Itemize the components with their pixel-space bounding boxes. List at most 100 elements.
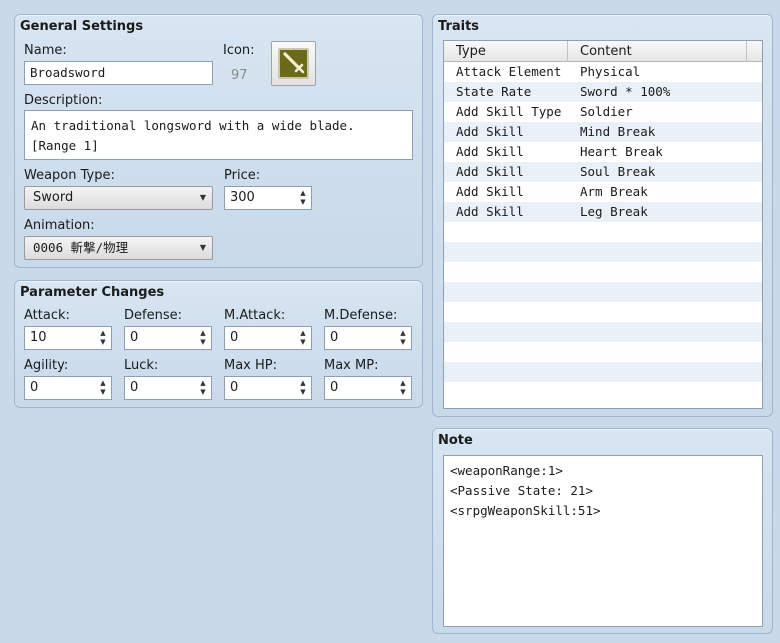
table-row[interactable] bbox=[444, 282, 762, 302]
m-defense-stepper[interactable]: 0 ▲ ▼ bbox=[324, 326, 412, 350]
stepper-arrows-icon[interactable]: ▲ ▼ bbox=[98, 329, 108, 347]
m-attack-stepper[interactable]: 0 ▲ ▼ bbox=[224, 326, 312, 350]
stepper-arrows-icon[interactable]: ▲ ▼ bbox=[198, 379, 208, 397]
trait-content-cell: Leg Break bbox=[580, 204, 648, 219]
parameter-changes-title: Parameter Changes bbox=[20, 285, 165, 300]
param-value: 0 bbox=[330, 330, 339, 345]
trait-type-cell: Add Skill bbox=[456, 124, 524, 139]
param-label: M.Attack: bbox=[224, 308, 286, 323]
stepper-arrows-icon[interactable]: ▲ ▼ bbox=[398, 379, 408, 397]
trait-content-cell: Mind Break bbox=[580, 124, 656, 139]
animation-value: 0006 斬撃/物理 bbox=[33, 240, 129, 255]
note-line: <weaponRange:1> bbox=[450, 463, 563, 478]
trait-type-cell: Add Skill bbox=[456, 164, 524, 179]
note-field[interactable]: <weaponRange:1> <Passive State: 21> <srp… bbox=[443, 455, 763, 627]
table-row[interactable]: Add Skill Arm Break bbox=[444, 182, 762, 202]
table-row[interactable] bbox=[444, 222, 762, 242]
table-row[interactable] bbox=[444, 262, 762, 282]
param-label: Max HP: bbox=[224, 358, 278, 373]
trait-type-cell: Add Skill bbox=[456, 184, 524, 199]
param-label: Attack: bbox=[24, 308, 70, 323]
animation-label: Animation: bbox=[24, 218, 95, 233]
param-value: 0 bbox=[30, 380, 39, 395]
chevron-down-icon: ▼ bbox=[199, 193, 206, 202]
animation-select[interactable]: 0006 斬撃/物理 ▼ bbox=[24, 236, 213, 260]
note-line: <Passive State: 21> bbox=[450, 483, 593, 498]
param-label: M.Defense: bbox=[324, 308, 398, 323]
table-row[interactable] bbox=[444, 382, 762, 402]
traits-title: Traits bbox=[438, 19, 480, 34]
note-line: <srpgWeaponSkill:51> bbox=[450, 503, 601, 518]
param-value: 0 bbox=[230, 380, 239, 395]
stepper-arrows-icon[interactable]: ▲ ▼ bbox=[398, 329, 408, 347]
price-stepper[interactable]: 300 ▲ ▼ bbox=[224, 186, 312, 210]
table-row[interactable]: Add Skill Soul Break bbox=[444, 162, 762, 182]
trait-content-cell: Soul Break bbox=[580, 164, 656, 179]
name-field[interactable]: Broadsword bbox=[24, 61, 213, 85]
stepper-arrows-icon[interactable]: ▲ ▼ bbox=[298, 329, 308, 347]
description-field[interactable]: An traditional longsword with a wide bla… bbox=[24, 110, 413, 160]
trait-type-cell: State Rate bbox=[456, 84, 532, 99]
table-row[interactable] bbox=[444, 302, 762, 322]
table-row[interactable]: Add Skill Type Soldier bbox=[444, 102, 762, 122]
weapon-type-label: Weapon Type: bbox=[24, 168, 115, 183]
trait-content-cell: Sword * 100% bbox=[580, 84, 671, 99]
param-value: 0 bbox=[130, 330, 139, 345]
description-label: Description: bbox=[24, 93, 103, 108]
luck-stepper[interactable]: 0 ▲ ▼ bbox=[124, 376, 212, 400]
weapon-type-select[interactable]: Sword ▼ bbox=[24, 186, 213, 210]
note-panel: Note <weaponRange:1> <Passive State: 21>… bbox=[432, 428, 773, 634]
table-row[interactable]: Add Skill Mind Break bbox=[444, 122, 762, 142]
defense-stepper[interactable]: 0 ▲ ▼ bbox=[124, 326, 212, 350]
icon-picker[interactable] bbox=[271, 41, 316, 86]
table-row[interactable] bbox=[444, 362, 762, 382]
param-value: 0 bbox=[330, 380, 339, 395]
trait-type-cell: Add Skill bbox=[456, 144, 524, 159]
trait-content-cell: Heart Break bbox=[580, 144, 663, 159]
description-line: [Range 1] bbox=[31, 138, 99, 153]
stepper-arrows-icon[interactable]: ▲ ▼ bbox=[298, 189, 308, 207]
trait-type-cell: Add Skill Type bbox=[456, 104, 562, 119]
param-value: 0 bbox=[130, 380, 139, 395]
table-row[interactable]: Add Skill Heart Break bbox=[444, 142, 762, 162]
note-title: Note bbox=[438, 433, 473, 448]
trait-content-cell: Arm Break bbox=[580, 184, 648, 199]
agility-stepper[interactable]: 0 ▲ ▼ bbox=[24, 376, 112, 400]
parameter-changes-panel: Parameter Changes Attack: 10 ▲ ▼ Defense:… bbox=[14, 280, 423, 408]
weapon-type-value: Sword bbox=[33, 190, 74, 205]
max-hp-stepper[interactable]: 0 ▲ ▼ bbox=[224, 376, 312, 400]
table-row[interactable]: Attack Element Physical bbox=[444, 62, 762, 82]
trait-type-cell: Attack Element bbox=[456, 64, 562, 79]
table-row[interactable]: Add Skill Leg Break bbox=[444, 202, 762, 222]
price-value: 300 bbox=[230, 190, 255, 205]
icon-index: 97 bbox=[231, 68, 248, 83]
table-row[interactable] bbox=[444, 322, 762, 342]
traits-table[interactable]: Type Content Attack Element Physical State… bbox=[443, 40, 763, 409]
trait-content-cell: Physical bbox=[580, 64, 641, 79]
stepper-arrows-icon[interactable]: ▲ ▼ bbox=[298, 379, 308, 397]
max-mp-stepper[interactable]: 0 ▲ ▼ bbox=[324, 376, 412, 400]
param-label: Agility: bbox=[24, 358, 69, 373]
description-line: An traditional longsword with a wide bla… bbox=[31, 118, 355, 133]
general-settings-panel: General Settings Name: Broadsword Icon: … bbox=[14, 14, 423, 268]
attack-stepper[interactable]: 10 ▲ ▼ bbox=[24, 326, 112, 350]
chevron-down-icon: ▼ bbox=[199, 243, 206, 252]
price-label: Price: bbox=[224, 168, 261, 183]
trait-type-cell: Add Skill bbox=[456, 204, 524, 219]
table-row[interactable] bbox=[444, 242, 762, 262]
param-label: Defense: bbox=[124, 308, 182, 323]
sword-icon bbox=[278, 48, 309, 79]
stepper-arrows-icon[interactable]: ▲ ▼ bbox=[98, 379, 108, 397]
stepper-arrows-icon[interactable]: ▲ ▼ bbox=[198, 329, 208, 347]
table-row[interactable] bbox=[444, 342, 762, 362]
column-header-type[interactable]: Type bbox=[444, 41, 568, 62]
icon-label: Icon: bbox=[223, 43, 255, 58]
general-settings-title: General Settings bbox=[20, 19, 144, 34]
param-label: Luck: bbox=[124, 358, 159, 373]
table-row[interactable]: State Rate Sword * 100% bbox=[444, 82, 762, 102]
name-label: Name: bbox=[24, 43, 67, 58]
trait-content-cell: Soldier bbox=[580, 104, 633, 119]
param-label: Max MP: bbox=[324, 358, 379, 373]
param-value: 0 bbox=[230, 330, 239, 345]
column-header-content[interactable]: Content bbox=[568, 41, 747, 62]
